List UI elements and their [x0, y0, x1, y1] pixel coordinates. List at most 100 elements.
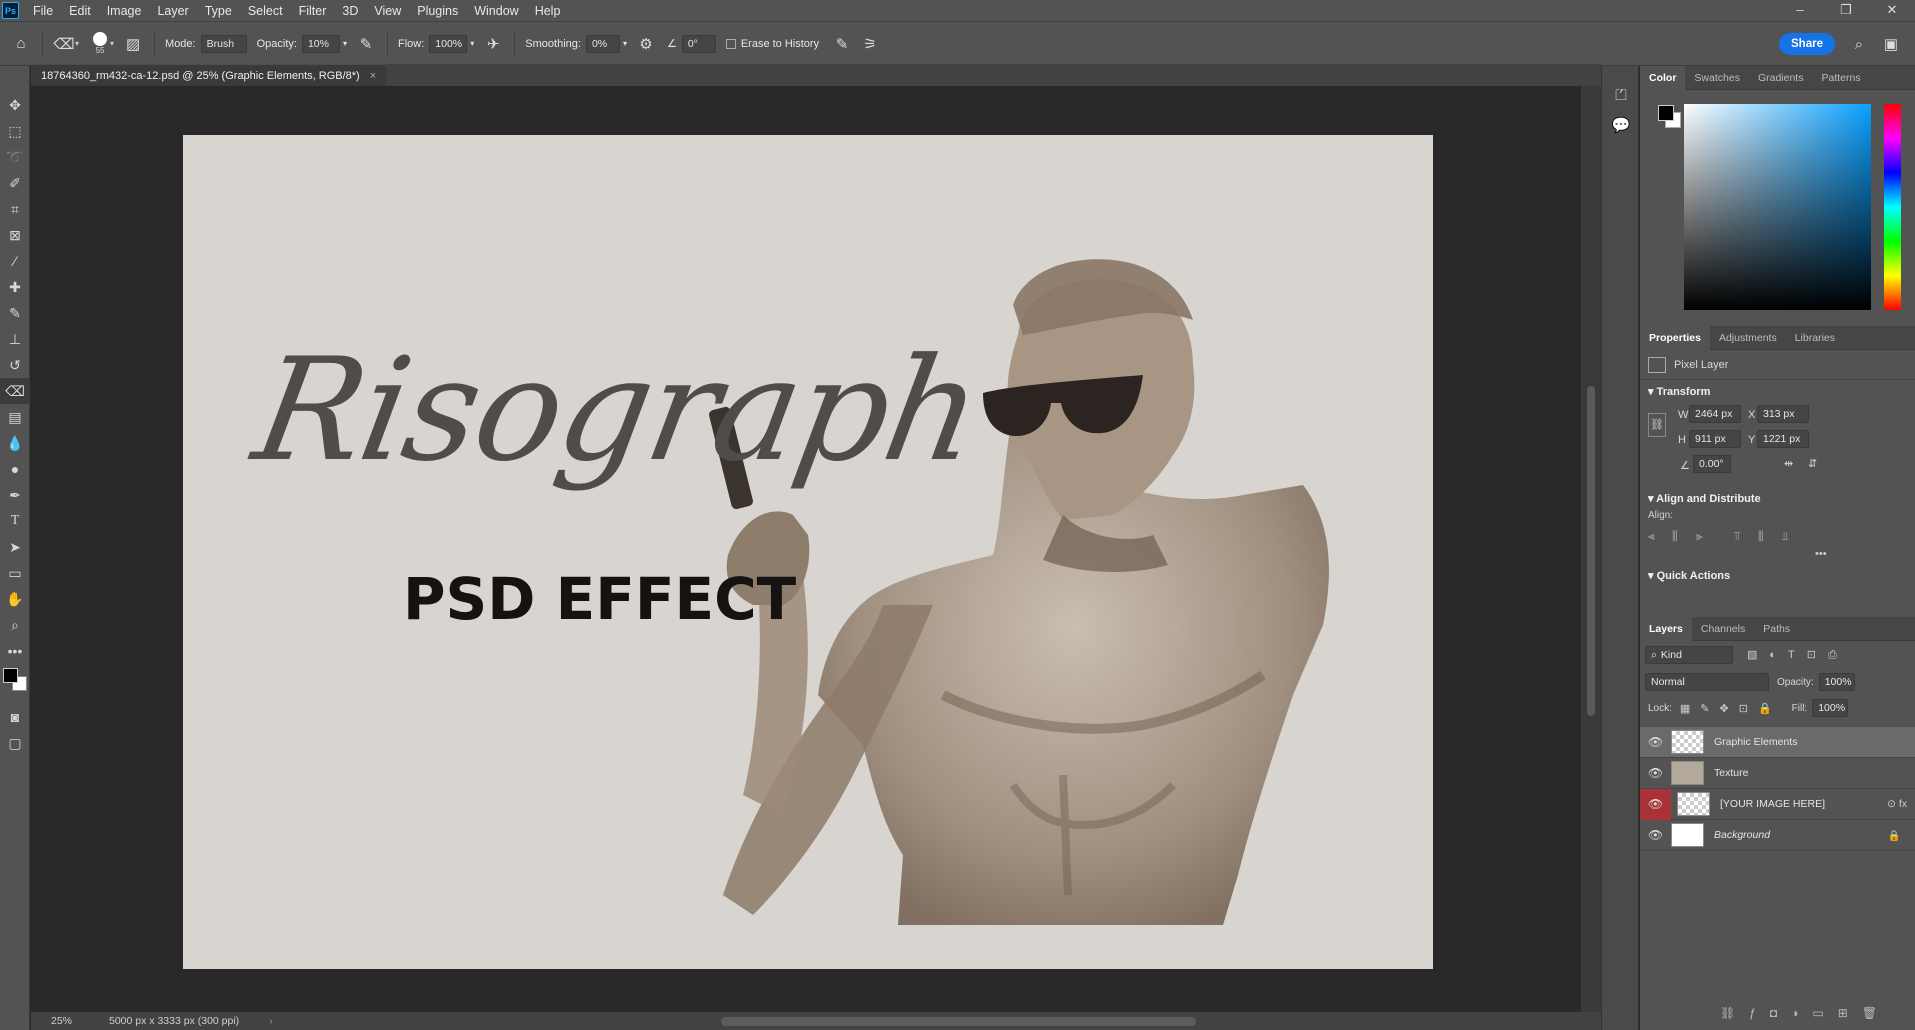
minimize-icon[interactable]: –: [1777, 0, 1823, 21]
flip-horizontal-icon[interactable]: ⇹: [1784, 457, 1793, 470]
menu-filter[interactable]: Filter: [291, 4, 335, 18]
layer-row[interactable]: 👁 [YOUR IMAGE HERE] ⊙ fx: [1640, 788, 1915, 820]
menu-file[interactable]: File: [25, 4, 61, 18]
chevron-down-icon[interactable]: ▾: [470, 39, 474, 48]
tab-gradients[interactable]: Gradients: [1749, 66, 1813, 90]
restore-icon[interactable]: ❐: [1823, 0, 1869, 21]
align-section-title[interactable]: ▾ Align and Distribute: [1640, 487, 1915, 510]
menu-type[interactable]: Type: [197, 4, 240, 18]
smoothing-field[interactable]: 0%: [585, 34, 620, 53]
chevron-right-icon[interactable]: ›: [269, 1015, 273, 1027]
close-tab-icon[interactable]: ×: [370, 70, 376, 82]
foreground-color-swatch[interactable]: [3, 668, 18, 683]
eraser-tool-icon[interactable]: ⌫: [0, 378, 30, 404]
layer-row[interactable]: 👁 Background 🔒: [1640, 820, 1915, 851]
healing-brush-tool-icon[interactable]: ✚: [0, 274, 30, 300]
menu-view[interactable]: View: [366, 4, 409, 18]
mode-select[interactable]: Brush: [200, 34, 247, 53]
brush-tool-icon[interactable]: ✎: [0, 300, 30, 326]
tab-libraries[interactable]: Libraries: [1786, 326, 1844, 350]
document-tab[interactable]: 18764360_rm432-ca-12.psd @ 25% (Graphic …: [31, 64, 387, 86]
x-field[interactable]: 313 px: [1757, 405, 1809, 423]
chevron-down-icon[interactable]: ▾: [343, 39, 347, 48]
height-field[interactable]: 911 px: [1689, 430, 1741, 448]
close-icon[interactable]: ✕: [1869, 0, 1915, 21]
transform-section-title[interactable]: ▾ Transform: [1640, 380, 1915, 403]
menu-3d[interactable]: 3D: [334, 4, 366, 18]
type-tool-icon[interactable]: T: [0, 508, 30, 534]
comments-panel-icon[interactable]: 💬: [1610, 114, 1632, 136]
eraser-tool-icon[interactable]: ⌫: [53, 33, 75, 55]
flow-field[interactable]: 100%: [429, 34, 468, 53]
chevron-down-icon[interactable]: ▾: [623, 39, 627, 48]
menu-plugins[interactable]: Plugins: [409, 4, 466, 18]
visibility-eye-icon[interactable]: 👁: [1640, 766, 1671, 780]
brush-settings-icon[interactable]: ▨: [122, 33, 144, 55]
layers-footer-icons[interactable]: ⛓ƒ◘◑▭⊞🗑: [1720, 1006, 1891, 1020]
visibility-eye-icon[interactable]: 👁: [1640, 828, 1671, 842]
align-top-icon[interactable]: ⫪: [1734, 529, 1758, 544]
menu-edit[interactable]: Edit: [61, 4, 99, 18]
menu-layer[interactable]: Layer: [149, 4, 196, 18]
search-icon[interactable]: ⌕: [1848, 33, 1870, 55]
frame-tool-icon[interactable]: ⊠: [0, 222, 30, 248]
lock-icons[interactable]: ▦✎✥⊡🔒: [1680, 702, 1782, 715]
smart-object-fx-icon[interactable]: ⊙ fx: [1887, 798, 1907, 810]
tab-channels[interactable]: Channels: [1692, 617, 1754, 641]
angle-field[interactable]: 0°: [681, 34, 716, 53]
clone-stamp-tool-icon[interactable]: ⊥: [0, 326, 30, 352]
vertical-scrollbar[interactable]: [1581, 86, 1601, 1012]
align-middle-icon[interactable]: ⫼: [1758, 529, 1782, 544]
rotation-field[interactable]: 0.00°: [1693, 455, 1731, 473]
width-field[interactable]: 2464 px: [1689, 405, 1741, 423]
brush-preset-picker[interactable]: 55: [93, 32, 108, 55]
tab-patterns[interactable]: Patterns: [1812, 66, 1869, 90]
more-tools-icon[interactable]: •••: [0, 638, 30, 664]
align-left-icon[interactable]: ⫷: [1648, 529, 1672, 544]
symmetry-icon[interactable]: ⚞: [859, 33, 881, 55]
share-button[interactable]: Share: [1779, 33, 1835, 55]
link-icon[interactable]: ⛓: [1648, 413, 1666, 437]
align-right-icon[interactable]: ⫸: [1696, 529, 1734, 544]
move-tool-icon[interactable]: ✥: [0, 92, 30, 118]
more-options-icon[interactable]: •••: [1640, 544, 1915, 560]
pressure-size-icon[interactable]: ✎: [831, 33, 853, 55]
menu-window[interactable]: Window: [466, 4, 526, 18]
blend-mode-select[interactable]: Normal: [1645, 673, 1769, 691]
menu-select[interactable]: Select: [240, 4, 291, 18]
lasso-tool-icon[interactable]: ➰: [0, 144, 30, 170]
pen-tool-icon[interactable]: ✒: [0, 482, 30, 508]
tab-paths[interactable]: Paths: [1754, 617, 1799, 641]
home-icon[interactable]: ⌂: [10, 33, 32, 55]
gradient-tool-icon[interactable]: ▤: [0, 404, 30, 430]
crop-tool-icon[interactable]: ⌗: [0, 196, 30, 222]
fill-field[interactable]: 100%: [1812, 699, 1849, 717]
blur-tool-icon[interactable]: 💧: [0, 430, 30, 456]
layer-filter-icons[interactable]: ▨◐T⊡⎙: [1747, 648, 1849, 662]
menu-image[interactable]: Image: [99, 4, 150, 18]
layer-row[interactable]: 👁 Texture: [1640, 758, 1915, 789]
dodge-tool-icon[interactable]: ●: [0, 456, 30, 482]
flip-vertical-icon[interactable]: ⇵: [1808, 457, 1817, 470]
hue-slider[interactable]: [1884, 104, 1901, 310]
align-bottom-icon[interactable]: ⫫: [1782, 529, 1806, 544]
rectangle-tool-icon[interactable]: ▭: [0, 560, 30, 586]
layer-filter-select[interactable]: ⌕ Kind: [1645, 646, 1733, 664]
layer-row[interactable]: 👁 Graphic Elements: [1640, 727, 1915, 758]
airbrush-icon[interactable]: ✈: [482, 33, 504, 55]
document-canvas[interactable]: Risograph PSD EFFECT: [183, 135, 1433, 969]
path-selection-tool-icon[interactable]: ➤: [0, 534, 30, 560]
chevron-down-icon[interactable]: ▾: [75, 39, 79, 48]
eyedropper-tool-icon[interactable]: ⁄: [0, 248, 30, 274]
erase-history-checkbox[interactable]: [725, 38, 736, 49]
quick-select-tool-icon[interactable]: ✐: [0, 170, 30, 196]
opacity-field[interactable]: 10%: [301, 34, 340, 53]
history-panel-icon[interactable]: ⏍: [1610, 84, 1632, 106]
scroll-thumb[interactable]: [1587, 386, 1595, 716]
zoom-tool-icon[interactable]: ⌕: [0, 612, 30, 638]
tab-swatches[interactable]: Swatches: [1685, 66, 1749, 90]
zoom-level[interactable]: 25%: [51, 1015, 91, 1027]
visibility-eye-icon[interactable]: 👁: [1640, 735, 1671, 749]
pressure-opacity-icon[interactable]: ✎: [355, 33, 377, 55]
tab-adjustments[interactable]: Adjustments: [1710, 326, 1786, 350]
